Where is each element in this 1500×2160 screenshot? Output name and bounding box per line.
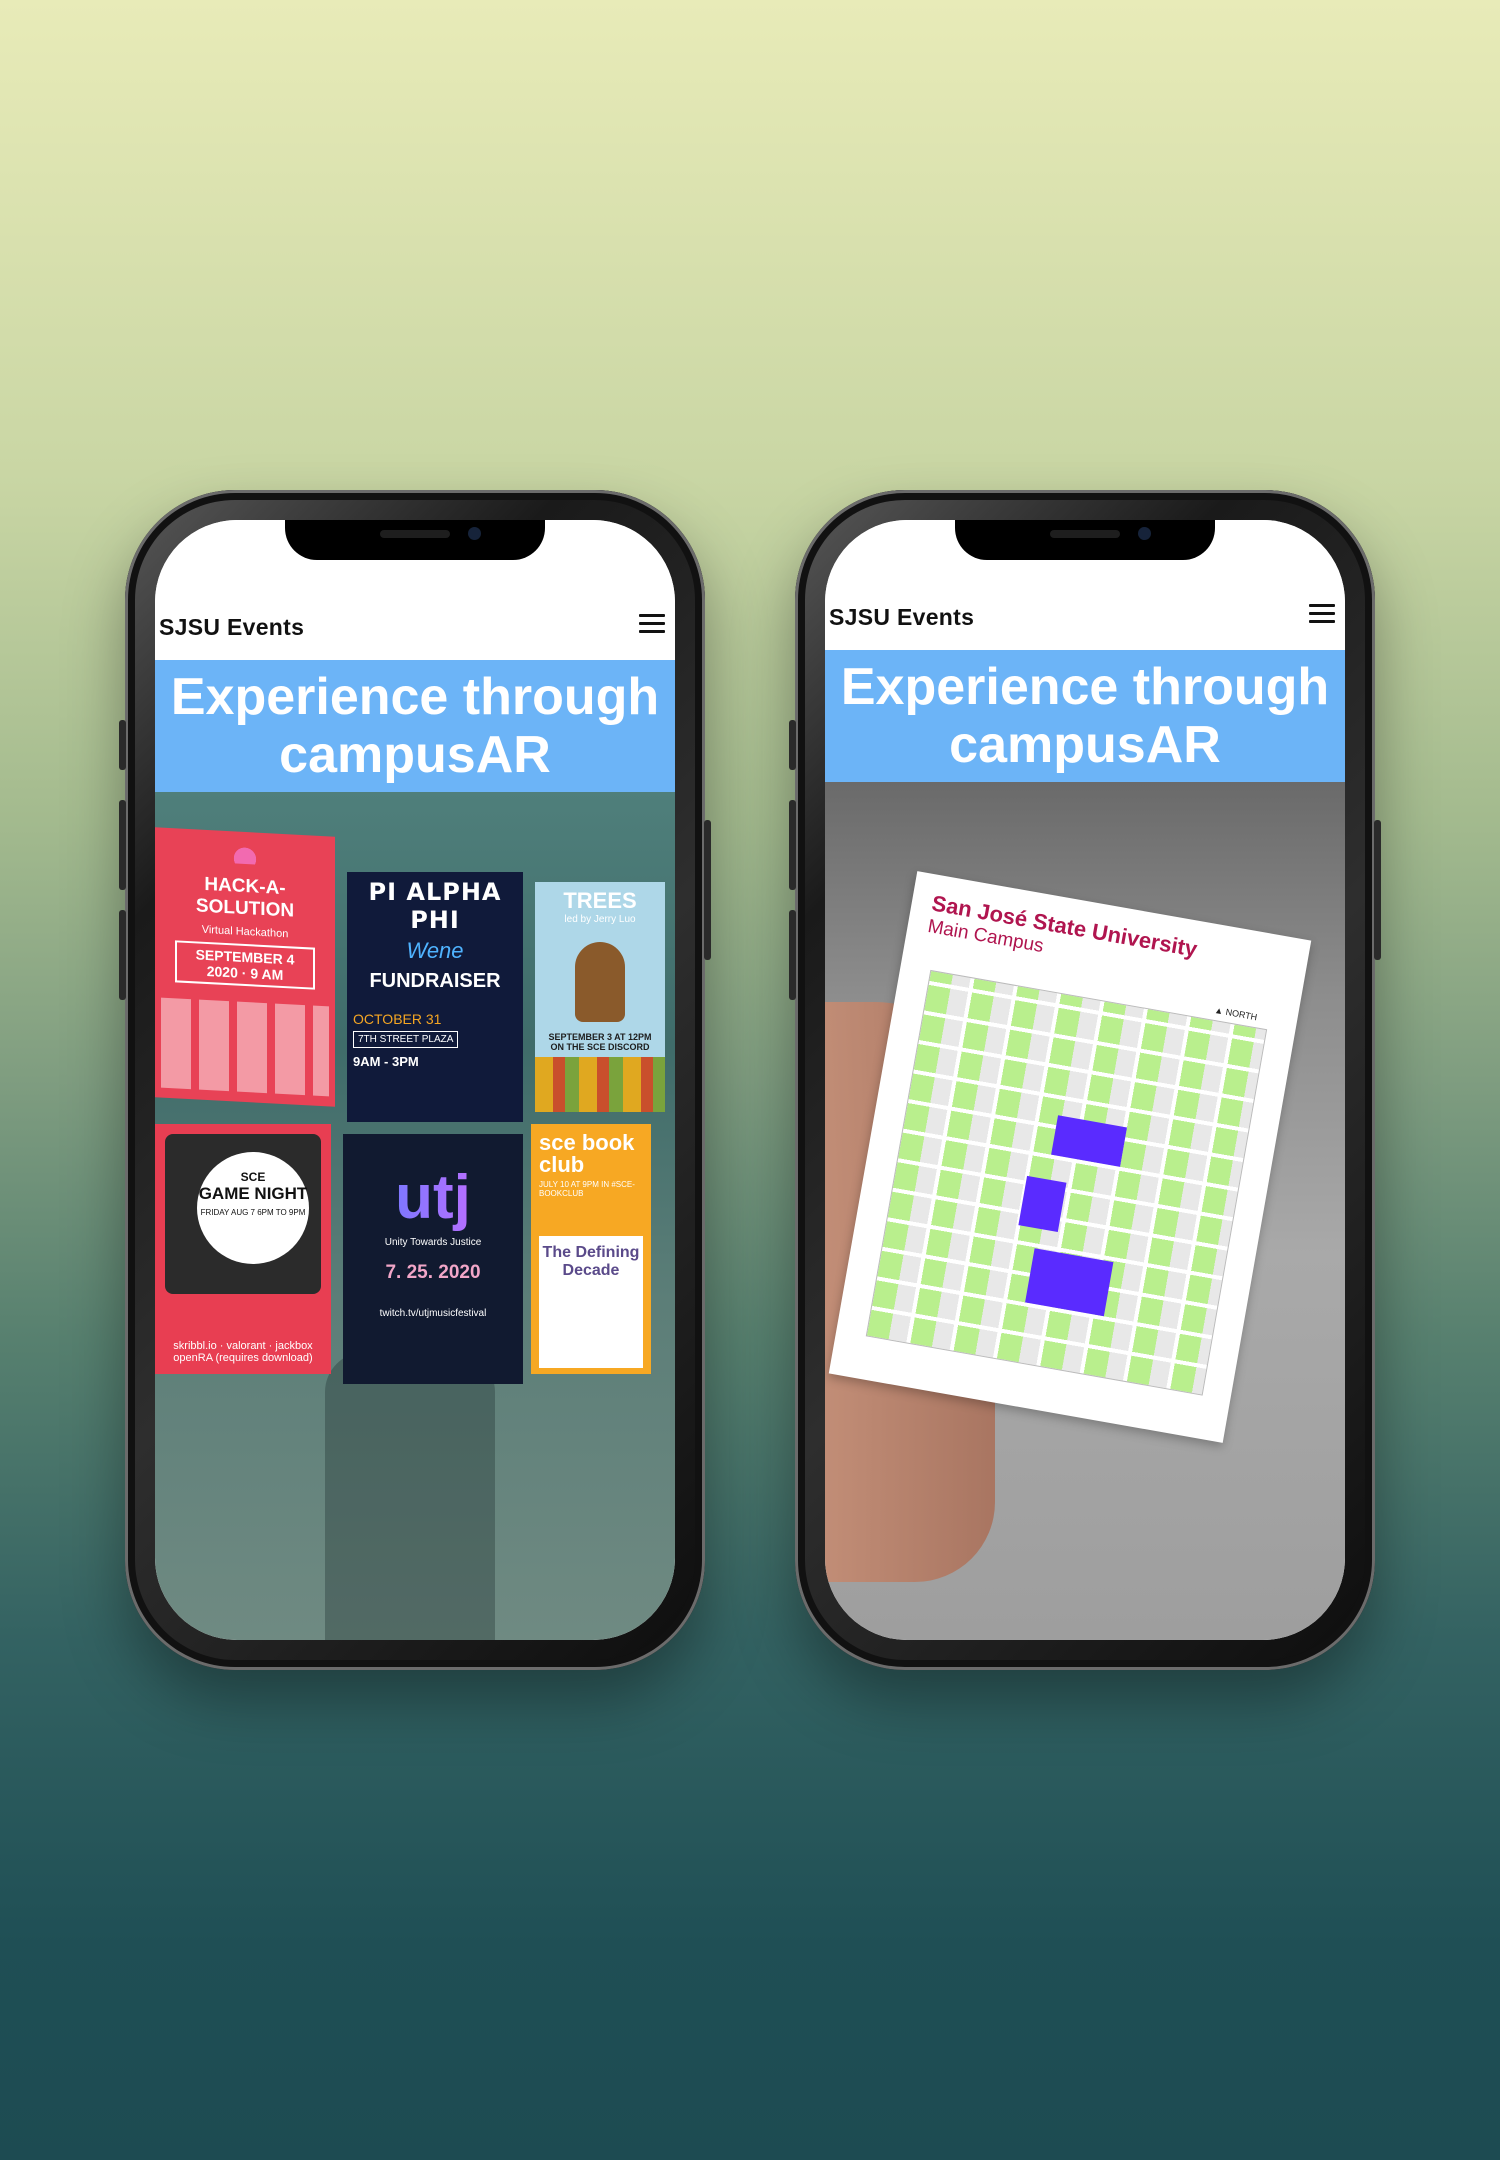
volume-up-button (789, 800, 796, 890)
tv-illustration: SCE GAME NIGHT FRIDAY AUG 7 6PM TO 9PM (165, 1134, 321, 1294)
phone-events: SJSU Events Experience through campusAR … (119, 490, 711, 1670)
north-label: NORTH (1224, 1006, 1258, 1023)
sponsor-logos (161, 997, 329, 1097)
poster-title: PI ALPHA PHI (368, 878, 502, 934)
power-button (704, 820, 711, 960)
poster-trees[interactable]: TREES led by Jerry Luo SEPTEMBER 3 AT 12… (535, 882, 665, 1112)
trees-illustration (535, 1057, 665, 1112)
volume-down-button (119, 910, 126, 1000)
poster-date: FRIDAY AUG 7 6PM TO 9PM (200, 1208, 306, 1217)
poster-date: JULY 10 AT 9PM IN #SCE-BOOKCLUB (539, 1180, 635, 1198)
poster-date: 7. 25. 2020 (385, 1262, 481, 1283)
power-button (1374, 820, 1381, 960)
poster-utj[interactable]: utj Unity Towards Justice 7. 25. 2020 tw… (343, 1134, 523, 1384)
phone-campus-map: SJSU Events Experience through campusAR … (789, 490, 1381, 1670)
banner-line-2: campusAR (949, 716, 1221, 774)
notch (285, 520, 545, 560)
highlighted-building (1051, 1115, 1127, 1167)
phone-screen: SJSU Events Experience through campusAR … (155, 520, 675, 1640)
poster-book-club[interactable]: sce book club JULY 10 AT 9PM IN #SCE-BOO… (531, 1124, 651, 1374)
poster-event: FUNDRAISER (369, 970, 501, 992)
mute-switch (119, 720, 126, 770)
banner-line-1: Experience through (170, 668, 660, 726)
hero-banner: Experience through campusAR (155, 660, 675, 792)
poster-date: SEPTEMBER 3 AT 12PM ON THE SCE DISCORD (548, 1032, 652, 1052)
poster-date: OCTOBER 31 (353, 1011, 442, 1027)
hamburger-menu-icon[interactable] (639, 614, 665, 636)
campus-map-card[interactable]: San José State University Main Campus ▲ … (828, 871, 1312, 1443)
hamburger-menu-icon[interactable] (1309, 604, 1335, 626)
lotus-icon (227, 837, 263, 865)
phone-screen: SJSU Events Experience through campusAR … (825, 520, 1345, 1640)
poster-org: SCE (240, 1170, 266, 1184)
notch (955, 520, 1215, 560)
poster-time: 9AM - 3PM (353, 1054, 419, 1069)
highlighted-building (1025, 1248, 1114, 1317)
north-arrow-icon: ▲ NORTH (1213, 1004, 1258, 1023)
poster-script: Wene (406, 938, 464, 963)
banner-line-1: Experience through (840, 658, 1330, 716)
poster-url: twitch.tv/utjmusicfestival (379, 1308, 487, 1319)
highlighted-building (1018, 1175, 1067, 1233)
poster-title: utj (349, 1162, 517, 1233)
poster-location: 7TH STREET PLAZA (353, 1031, 459, 1048)
hero-banner: Experience through campusAR (825, 650, 1345, 782)
volume-up-button (119, 800, 126, 890)
poster-hack-a-solution[interactable]: HACK-A-SOLUTION Virtual Hackathon SEPTEM… (155, 827, 335, 1107)
app-brand[interactable]: SJSU Events (159, 614, 304, 641)
background-person (325, 1352, 495, 1640)
poster-pi-alpha-phi[interactable]: PI ALPHA PHI Wene FUNDRAISER OCTOBER 31 … (347, 872, 523, 1122)
game-night-circle: SCE GAME NIGHT FRIDAY AUG 7 6PM TO 9PM (197, 1152, 309, 1264)
poster-subtitle: Unity Towards Justice (384, 1237, 482, 1248)
poster-date: SEPTEMBER 4 2020 · 9 AM (175, 940, 315, 990)
poster-title: TREES (563, 888, 637, 913)
book-cover: The Defining Decade (539, 1236, 643, 1368)
campus-map (865, 969, 1268, 1396)
poster-game-night[interactable]: SCE GAME NIGHT FRIDAY AUG 7 6PM TO 9PM s… (155, 1124, 331, 1374)
poster-games: skribbl.io · valorant · jackbox openRA (… (173, 1340, 313, 1364)
poster-title: HACK-A-SOLUTION (195, 873, 295, 922)
banner-line-2: campusAR (279, 726, 551, 784)
poster-title: sce book club (539, 1130, 635, 1177)
poster-subtitle: led by Jerry Luo (564, 914, 636, 925)
groot-illustration (575, 942, 625, 1022)
poster-title: GAME NIGHT (198, 1184, 308, 1203)
poster-subtitle: Virtual Hackathon (201, 923, 289, 941)
app-brand[interactable]: SJSU Events (829, 604, 974, 631)
volume-down-button (789, 910, 796, 1000)
ar-camera-view[interactable]: San José State University Main Campus ▲ … (825, 782, 1345, 1640)
mute-switch (789, 720, 796, 770)
ar-camera-view[interactable]: HACK-A-SOLUTION Virtual Hackathon SEPTEM… (155, 792, 675, 1640)
